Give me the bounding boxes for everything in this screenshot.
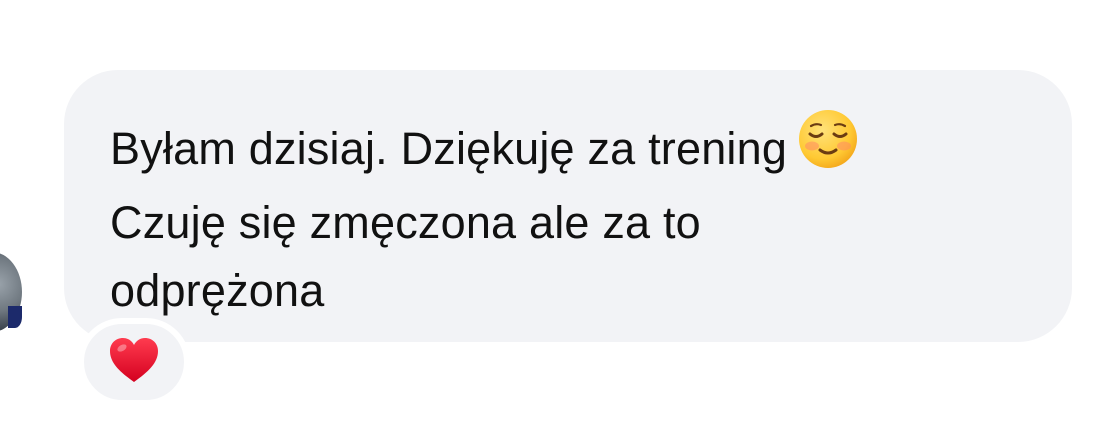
- smiling-face-emoji-icon: [797, 108, 859, 189]
- message-text-line-3: odprężona: [110, 265, 325, 316]
- sender-avatar[interactable]: [0, 252, 22, 332]
- message-text-line-2: Czuję się zmęczona ale za to: [110, 197, 701, 248]
- reaction-badge[interactable]: [78, 318, 190, 406]
- chat-thread: Byłam dzisiaj. Dziękuję za trening Czuję…: [0, 0, 1110, 442]
- message-bubble[interactable]: Byłam dzisiaj. Dziękuję za trening Czuję…: [64, 70, 1072, 342]
- message-line: Byłam dzisiaj. Dziękuję za trening: [110, 108, 1032, 189]
- message-text-line-1: Byłam dzisiaj. Dziękuję za trening: [110, 123, 788, 174]
- red-heart-icon: [108, 336, 160, 389]
